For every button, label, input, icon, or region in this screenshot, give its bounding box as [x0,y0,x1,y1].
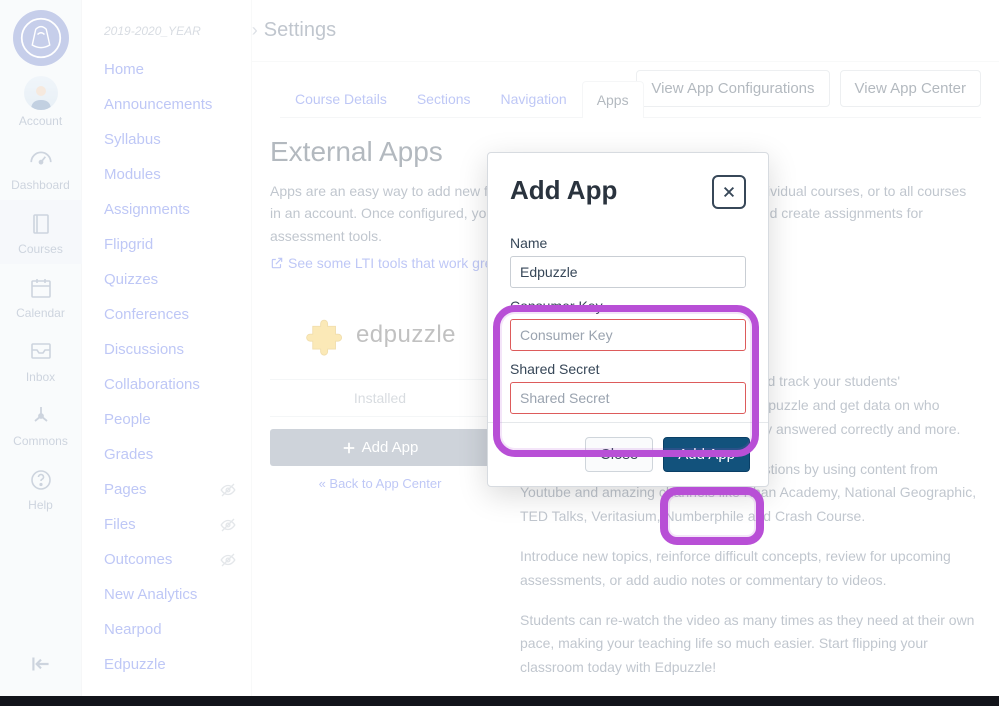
edpuzzle-logo: edpuzzle [290,295,470,375]
course-nav-item[interactable]: Announcements [82,87,251,122]
gnav-label: Inbox [0,370,82,384]
consumer-key-label: Consumer Key [510,298,746,314]
puzzle-piece-icon [304,314,346,356]
avatar [24,76,58,110]
gnav-label: Account [0,114,82,128]
consumer-key-input[interactable] [510,319,746,351]
installed-label: Installed [270,379,490,417]
modal-add-app-button[interactable]: Add App [663,437,750,472]
external-link-icon [270,256,284,270]
modal-body: Name Consumer Key Shared Secret [488,215,768,422]
commons-icon [27,402,55,430]
close-icon [722,185,736,199]
modal-title: Add App [510,175,617,206]
view-app-center-button[interactable]: View App Center [840,70,981,107]
back-to-app-center-link[interactable]: « Back to App Center [319,476,442,491]
modal-close-text-button[interactable]: Close [585,437,653,472]
modal-close-button[interactable] [712,175,746,209]
tab-course-details[interactable]: Course Details [280,80,402,117]
global-nav: Account Dashboard Courses Calendar Inbox… [0,0,82,700]
footer-bar [0,696,999,706]
course-nav-item[interactable]: Home [82,52,251,87]
course-nav-item[interactable]: Modules [82,157,251,192]
gnav-commons[interactable]: Commons [0,392,82,456]
app-left-column: edpuzzle Installed Add App « Back to App… [270,295,490,491]
course-nav-item[interactable]: Quizzes [82,262,251,297]
calendar-icon [27,274,55,302]
gnav-calendar[interactable]: Calendar [0,264,82,328]
dashboard-icon [27,146,55,174]
name-input[interactable] [510,256,746,288]
course-nav-item[interactable]: Conferences [82,297,251,332]
course-nav-item[interactable]: Edpuzzle [82,647,251,682]
gnav-label: Commons [0,434,82,448]
help-icon [27,466,55,494]
add-app-modal: Add App Name Consumer Key Shared Secret … [487,152,769,487]
tab-sections[interactable]: Sections [402,80,486,117]
gnav-courses[interactable]: Courses [0,200,82,264]
gnav-account[interactable]: Account [0,66,82,136]
app-description-paragraph: Introduce new topics, reinforce difficul… [520,545,981,593]
tab-apps[interactable]: Apps [582,81,644,118]
course-nav-item[interactable]: Discussions [82,332,251,367]
course-nav-item[interactable]: Files [82,507,251,542]
collapse-nav-icon[interactable] [28,651,54,682]
course-nav: 2019-2020_YEAR HomeAnnouncementsSyllabus… [82,0,252,700]
course-nav-item[interactable]: People [82,402,251,437]
logo-text: edpuzzle [356,321,456,349]
course-nav-item[interactable]: Grades [82,437,251,472]
course-nav-item[interactable]: Collaborations [82,367,251,402]
gnav-label: Dashboard [0,178,82,192]
gnav-label: Calendar [0,306,82,320]
name-label: Name [510,235,746,251]
course-nav-item[interactable]: Nearpod [82,612,251,647]
term-label: 2019-2020_YEAR [82,14,251,38]
breadcrumb-page: Settings [264,19,336,42]
course-nav-item[interactable]: Flipgrid [82,227,251,262]
hidden-eye-icon [219,481,237,503]
gnav-label: Courses [0,242,82,256]
gnav-dashboard[interactable]: Dashboard [0,136,82,200]
course-nav-item[interactable]: Syllabus [82,122,251,157]
gnav-label: Help [0,498,82,512]
plus-icon [342,441,356,455]
book-icon [27,210,55,238]
hidden-eye-icon [219,551,237,573]
add-app-bar-button[interactable]: Add App [270,429,490,466]
modal-footer: Close Add App [488,422,768,486]
gnav-help[interactable]: Help [0,456,82,520]
modal-header: Add App [488,153,768,215]
inbox-icon [27,338,55,366]
breadcrumb-sep: › [252,20,258,41]
gnav-inbox[interactable]: Inbox [0,328,82,392]
course-nav-item[interactable]: New Analytics [82,577,251,612]
shared-secret-label: Shared Secret [510,361,746,377]
view-configurations-button[interactable]: View App Configurations [636,70,829,107]
trojan-logo-icon [20,17,62,59]
tab-navigation[interactable]: Navigation [486,80,582,117]
person-icon [26,80,56,110]
shared-secret-input[interactable] [510,382,746,414]
course-nav-item[interactable]: Pages [82,472,251,507]
page-actions: View App Configurations View App Center [636,70,981,107]
hidden-eye-icon [219,516,237,538]
course-nav-item[interactable]: Outcomes [82,542,251,577]
school-logo[interactable] [13,10,69,66]
add-app-bar-label: Add App [362,439,419,456]
app-description-paragraph: Students can re-watch the video as many … [520,609,981,680]
course-nav-item[interactable]: Assignments [82,192,251,227]
